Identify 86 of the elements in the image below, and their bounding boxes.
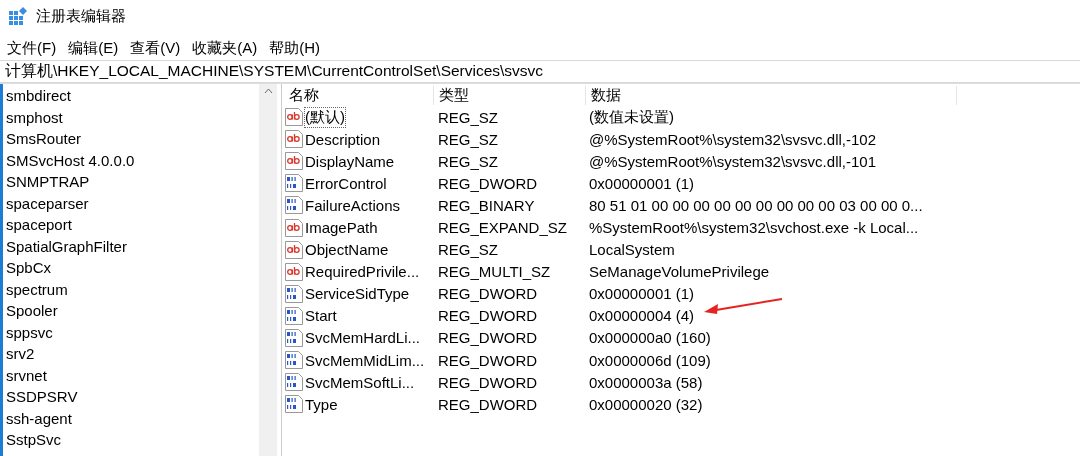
value-data: 0x00000020 (32) bbox=[588, 395, 703, 413]
menu-item[interactable]: 查看(V) bbox=[129, 38, 182, 58]
value-type: REG_SZ bbox=[437, 152, 499, 170]
value-type: REG_DWORD bbox=[437, 351, 539, 369]
binary-value-icon bbox=[284, 305, 304, 326]
value-name[interactable]: ErrorControl bbox=[305, 174, 387, 192]
tree-item[interactable]: SMSvcHost 4.0.0.0 bbox=[3, 149, 259, 171]
menu-item[interactable]: 收藏夹(A) bbox=[191, 38, 259, 58]
binary-value-icon bbox=[284, 328, 304, 348]
registry-editor-icon bbox=[8, 6, 28, 27]
value-type: REG_SZ bbox=[437, 130, 499, 148]
menu-item[interactable]: 帮助(H) bbox=[268, 38, 321, 58]
binary-value-icon bbox=[284, 173, 304, 194]
scrollbar[interactable] bbox=[259, 84, 277, 456]
tree-item[interactable]: spaceport bbox=[3, 214, 259, 236]
value-data: LocalSystem bbox=[588, 241, 675, 259]
binary-value-icon bbox=[284, 394, 304, 415]
string-value-icon bbox=[284, 261, 304, 282]
value-type: REG_SZ bbox=[437, 241, 499, 259]
tree-item[interactable]: SSDPSRV bbox=[3, 386, 259, 408]
value-type: REG_SZ bbox=[437, 108, 499, 126]
value-data: @%SystemRoot%\system32\svsvc.dll,-101 bbox=[588, 152, 876, 170]
value-name[interactable]: Start bbox=[305, 307, 337, 325]
value-type: REG_DWORD bbox=[437, 373, 539, 391]
tree-item[interactable]: SNMPTRAP bbox=[3, 171, 259, 193]
string-value-icon bbox=[284, 107, 304, 128]
tree-item[interactable]: SpatialGraphFilter bbox=[3, 235, 259, 257]
tree-item[interactable]: srvnet bbox=[3, 364, 259, 386]
column-header[interactable]: 类型 bbox=[434, 85, 586, 105]
value-data: SeManageVolumePrivilege bbox=[588, 263, 770, 281]
scroll-up-icon[interactable] bbox=[263, 88, 273, 94]
binary-value-icon bbox=[284, 195, 304, 216]
string-value-icon bbox=[284, 217, 304, 238]
value-name[interactable]: Type bbox=[305, 395, 338, 413]
tree-item[interactable]: SmsRouter bbox=[3, 128, 259, 150]
menu-item[interactable]: 编辑(E) bbox=[67, 38, 120, 58]
tree-item[interactable]: SpbCx bbox=[3, 257, 259, 279]
value-type: REG_MULTI_SZ bbox=[437, 263, 552, 281]
value-name[interactable]: Description bbox=[305, 130, 381, 148]
value-data: (数值未设置) bbox=[588, 107, 674, 127]
value-data: 0x00000004 (4) bbox=[588, 307, 695, 325]
value-type: REG_EXPAND_SZ bbox=[437, 219, 568, 236]
binary-value-icon bbox=[284, 372, 304, 393]
value-name[interactable]: DisplayName bbox=[305, 152, 395, 170]
value-name[interactable]: SvcMemSoftLi... bbox=[305, 373, 415, 391]
binary-value-icon bbox=[284, 350, 304, 371]
string-value-icon bbox=[284, 239, 304, 260]
value-name[interactable]: ServiceSidType bbox=[305, 285, 410, 303]
value-data: %SystemRoot%\system32\svchost.exe -k Local... bbox=[588, 219, 919, 236]
address-bar[interactable]: 计算机\HKEY_LOCAL_MACHINE\SYSTEM\CurrentControlSet\Services\svsvc bbox=[0, 60, 1080, 83]
value-name[interactable]: FailureActions bbox=[305, 196, 401, 214]
tree-item[interactable]: sppsvc bbox=[3, 321, 259, 343]
binary-value-icon bbox=[284, 283, 304, 304]
value-name[interactable]: RequiredPrivile... bbox=[305, 263, 420, 281]
value-type: REG_DWORD bbox=[437, 174, 539, 192]
tree-item[interactable]: ssh-agent bbox=[3, 407, 259, 429]
string-value-icon bbox=[284, 129, 304, 150]
value-type: REG_DWORD bbox=[437, 307, 539, 325]
value-type: REG_DWORD bbox=[437, 285, 539, 303]
string-value-icon bbox=[284, 151, 304, 172]
value-data: 0x0000006d (109) bbox=[588, 351, 711, 369]
value-data: @%SystemRoot%\system32\svsvc.dll,-102 bbox=[588, 130, 876, 148]
tree-item[interactable]: smbdirect bbox=[3, 85, 259, 107]
tree-item[interactable]: srv2 bbox=[3, 343, 259, 365]
value-data: 0x00000001 (1) bbox=[588, 174, 695, 192]
value-data: 80 51 01 00 00 00 00 00 00 00 00 00 03 00 00 0... bbox=[588, 196, 923, 214]
tree-item[interactable]: spectrum bbox=[3, 278, 259, 300]
value-name[interactable]: SvcMemHardLi... bbox=[305, 329, 421, 347]
column-header[interactable]: 名称 bbox=[284, 85, 434, 105]
value-data: 0x00000001 (1) bbox=[588, 285, 695, 303]
tree-item[interactable]: spaceparser bbox=[3, 192, 259, 214]
value-name[interactable]: SvcMemMidLim... bbox=[305, 351, 425, 369]
tree-item[interactable]: SstpSvc bbox=[3, 429, 259, 451]
window-title: 注册表编辑器 bbox=[36, 7, 126, 26]
value-name[interactable]: (默认) bbox=[305, 107, 345, 127]
tree-item[interactable]: Spooler bbox=[3, 300, 259, 322]
value-type: REG_BINARY bbox=[437, 196, 536, 214]
value-type: REG_DWORD bbox=[437, 395, 539, 413]
column-header[interactable]: 数据 bbox=[586, 85, 957, 105]
value-data: 0x0000003a (58) bbox=[588, 373, 703, 391]
value-data: 0x000000a0 (160) bbox=[588, 329, 711, 347]
value-type: REG_DWORD bbox=[437, 329, 539, 347]
value-name[interactable]: ImagePath bbox=[305, 219, 378, 236]
value-name[interactable]: ObjectName bbox=[305, 241, 389, 259]
menu-item[interactable]: 文件(F) bbox=[6, 38, 58, 58]
tree-item[interactable]: smphost bbox=[3, 106, 259, 128]
